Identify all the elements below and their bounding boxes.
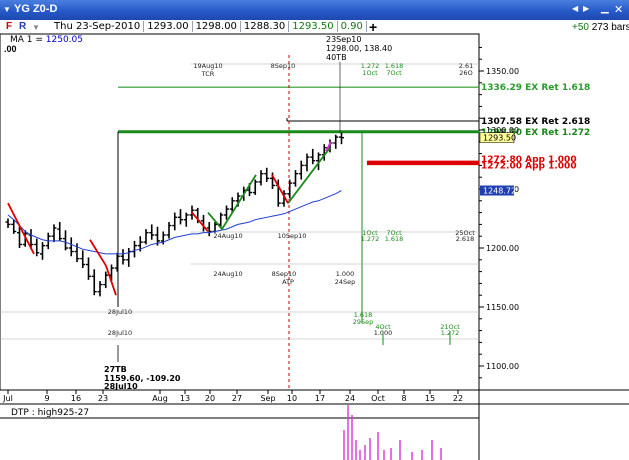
date-tick-label: 23 bbox=[98, 394, 108, 403]
level-label-1336: 1336.29 EX Ret 1.618 bbox=[481, 83, 590, 93]
time-projection-label: 1.000 bbox=[336, 270, 355, 278]
price-bar bbox=[103, 271, 109, 289]
low-pivot-name: 27TB bbox=[104, 365, 127, 374]
time-projection-label: TCR bbox=[201, 70, 215, 78]
price-bar bbox=[333, 134, 339, 149]
price-bar bbox=[293, 170, 298, 187]
time-projection-label: 24Aug10 bbox=[213, 232, 242, 240]
low-pivot-date: 28Jul10 bbox=[104, 382, 138, 391]
date-tick-label: 9 bbox=[44, 394, 49, 403]
time-projection-label: 8Sep10 bbox=[272, 270, 297, 278]
price-bar bbox=[298, 160, 304, 180]
price-tick-label: 1200.00 bbox=[486, 244, 519, 253]
price-bar bbox=[258, 170, 264, 186]
price-tick-label: 1150.00 bbox=[486, 303, 519, 312]
price-bar bbox=[57, 222, 63, 241]
down-swing-line bbox=[7, 202, 35, 255]
time-projection-label: 24Sep bbox=[335, 278, 356, 286]
date-tick-label: Aug bbox=[152, 394, 168, 403]
down-swing-line bbox=[191, 212, 209, 233]
time-projection-label: 24Aug10 bbox=[213, 270, 242, 278]
time-projection-label: 2.618 bbox=[456, 235, 475, 243]
price-bar bbox=[80, 250, 86, 269]
time-projection-label: 28Jul10 bbox=[108, 308, 132, 316]
date-tick-label: 8 bbox=[401, 394, 406, 403]
price-bar bbox=[120, 249, 126, 265]
price-tick-label: 1350.00 bbox=[486, 67, 519, 76]
time-projection-label: 1.618 bbox=[385, 235, 404, 243]
price-bar bbox=[149, 224, 155, 240]
top-pivot-name: 23Sep10 bbox=[326, 35, 361, 44]
date-tick-label: 15 bbox=[425, 394, 435, 403]
time-projection-label: 1Oct bbox=[362, 69, 378, 77]
top-pivot-values: 1298.00, 138.40 bbox=[326, 44, 392, 53]
indicator-label: DTP : high925-27 bbox=[11, 408, 90, 418]
price-bar bbox=[178, 209, 183, 225]
price-bar bbox=[91, 269, 97, 296]
price-bar bbox=[166, 222, 172, 239]
price-bar bbox=[68, 237, 74, 257]
price-bar bbox=[304, 153, 310, 172]
price-bar bbox=[132, 240, 137, 258]
time-projection-label: 7Oct bbox=[386, 69, 402, 77]
price-bar bbox=[183, 212, 189, 227]
date-tick-label: 27 bbox=[232, 394, 242, 403]
price-bar bbox=[51, 224, 57, 243]
level-label-1272b: 1272.00 App 1.000 bbox=[481, 162, 577, 172]
down-swing-line bbox=[271, 174, 289, 204]
price-bar bbox=[34, 238, 40, 257]
time-projection-label: 1.272 bbox=[361, 235, 380, 243]
price-bar bbox=[5, 218, 11, 228]
date-tick-label: 24 bbox=[345, 394, 355, 403]
price-bar bbox=[143, 229, 149, 245]
price-chart[interactable]: 1336.29 EX Ret 1.6181307.58 EX Ret 2.618… bbox=[0, 0, 629, 460]
time-projection-label: 28Jul10 bbox=[108, 329, 132, 337]
up-swing-line bbox=[287, 147, 331, 204]
time-projection-label: 29Sep bbox=[353, 318, 374, 326]
time-projection-label: 8Sep10 bbox=[271, 62, 296, 70]
date-tick-label: Sep bbox=[260, 394, 275, 403]
time-projection-label: 26O bbox=[459, 69, 472, 77]
last-price-tag: 1293.50 bbox=[483, 134, 516, 143]
price-bar bbox=[114, 252, 120, 272]
date-tick-label: 20 bbox=[205, 394, 215, 403]
price-bar bbox=[264, 167, 270, 182]
price-tick-label: 1100.00 bbox=[486, 362, 519, 371]
price-bar bbox=[126, 248, 132, 267]
date-tick-label: 10 bbox=[287, 394, 297, 403]
date-tick-label: 13 bbox=[180, 394, 190, 403]
time-projection-label: 10Sep10 bbox=[278, 232, 307, 240]
price-bar bbox=[40, 242, 45, 260]
date-tick-label: 16 bbox=[71, 394, 81, 403]
time-projection-label: 19Aug10 bbox=[193, 62, 222, 70]
price-bar bbox=[97, 281, 103, 297]
date-tick-label: Oct bbox=[371, 394, 385, 403]
top-pivot-tag: 40TB bbox=[326, 53, 347, 62]
price-bar bbox=[339, 132, 344, 145]
price-bar bbox=[252, 179, 258, 195]
date-tick-label: Jul bbox=[2, 394, 13, 403]
chart-window: ▼ YG Z0-D ◀ ▶ ▁ ✕ F R ▼ Thu 23-Sep-2010 1… bbox=[0, 0, 629, 460]
date-tick-label: 22 bbox=[453, 394, 463, 403]
price-bar bbox=[63, 230, 68, 251]
date-tick-label: 17 bbox=[315, 394, 325, 403]
price-bar bbox=[86, 257, 91, 280]
price-bar bbox=[310, 148, 316, 165]
price-bar bbox=[206, 222, 212, 237]
price-bar bbox=[287, 179, 293, 199]
time-projection-label: ATP bbox=[282, 278, 294, 286]
ma-price-tag: 1248.72 bbox=[483, 187, 516, 196]
price-bar bbox=[172, 212, 178, 231]
